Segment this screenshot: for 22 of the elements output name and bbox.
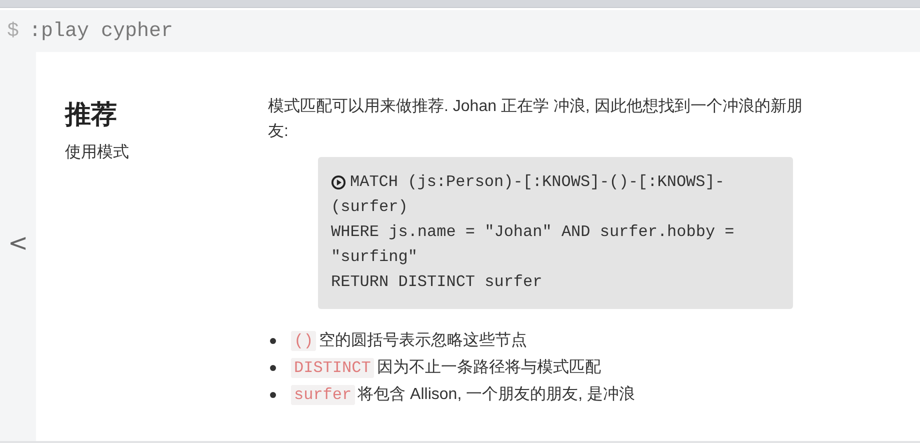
slide-subtitle: 使用模式 <box>65 142 130 163</box>
previous-slide-button[interactable]: < <box>4 228 32 256</box>
code-line: WHERE js.name = "Johan" AND surfer.hobby = <box>331 222 734 243</box>
command-bar[interactable]: $ :play cypher <box>0 10 920 52</box>
paragraph: 模式匹配可以用来做推荐. Johan 正在学 冲浪, 因此他想找到一个冲浪的新朋友: <box>268 96 804 142</box>
command-text: :play cypher <box>29 20 174 42</box>
slide-title: 推荐 <box>65 98 118 131</box>
inline-code: surfer <box>291 384 355 404</box>
inline-code: DISTINCT <box>291 358 374 378</box>
bullet-dot <box>270 338 276 344</box>
bullet-text: 因为不止一条路径将与模式匹配 <box>376 358 601 378</box>
code-line: "surfing" <box>331 247 418 268</box>
inline-code: () <box>291 330 316 350</box>
bullet-dot <box>270 364 276 370</box>
prompt-symbol: $ <box>7 20 20 42</box>
play-icon[interactable] <box>331 175 346 190</box>
code-line: (surfer) <box>331 197 408 218</box>
bullet-text: 将包含 Allison, 一个朋友的朋友, 是冲浪 <box>358 384 635 405</box>
bullet-text: 空的圆括号表示忽略这些节点 <box>319 330 528 351</box>
code-line: RETURN DISTINCT surfer <box>331 272 542 293</box>
bullet-dot <box>270 392 276 398</box>
code-line: MATCH (js:Person)-[:KNOWS]-()-[:KNOWS]- <box>350 172 724 193</box>
